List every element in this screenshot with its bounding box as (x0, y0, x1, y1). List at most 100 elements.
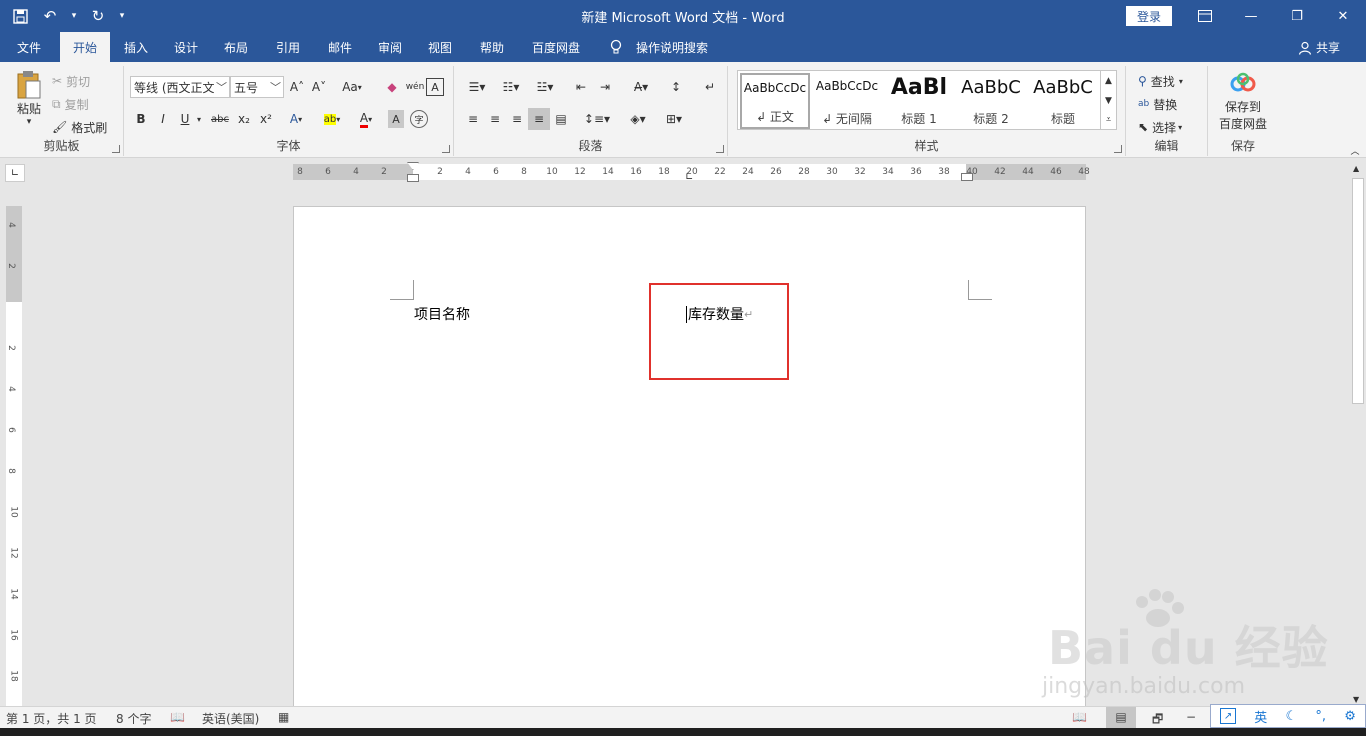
format-painter-button[interactable]: 🖌 格式刷 (52, 116, 107, 138)
vertical-scrollbar[interactable]: ▲ ▼ (1350, 162, 1366, 706)
distributed-icon[interactable]: ▤ (550, 108, 572, 130)
style-title[interactable]: AaBbC 标题 (1028, 73, 1098, 129)
phonetic-guide-button[interactable]: wén (404, 76, 426, 98)
font-name-combo[interactable]: 等线 (西文正文 ﹀ (130, 76, 230, 98)
strikethrough-button[interactable]: abc (208, 108, 232, 130)
text-effects-button[interactable]: A ▾ (282, 108, 310, 130)
grow-font-button[interactable]: A˄ (288, 76, 306, 98)
tab-review[interactable]: 审阅 (368, 32, 412, 62)
tab-insert[interactable]: 插入 (114, 32, 158, 62)
shrink-font-button[interactable]: A˅ (310, 76, 328, 98)
decrease-indent-icon[interactable]: ⇤ (570, 76, 592, 98)
multilevel-list-icon[interactable]: ☳▾ (530, 76, 560, 98)
ime-settings-icon[interactable]: ⚙ (1344, 709, 1356, 724)
macro-icon[interactable]: ▦ (278, 710, 289, 724)
tell-me-search[interactable]: 操作说明搜索 (630, 32, 714, 62)
style-heading-2[interactable]: AaBbC 标题 2 (956, 73, 1026, 129)
right-indent-marker[interactable] (961, 173, 973, 181)
paste-button[interactable]: 粘贴 ▾ (10, 68, 48, 128)
chinese-layout-icon[interactable]: A̶▾ (626, 76, 656, 98)
paragraph-launcher-icon[interactable] (716, 145, 724, 153)
scroll-up-icon[interactable]: ▲ (1353, 164, 1359, 173)
numbering-icon[interactable]: ☷▾ (496, 76, 526, 98)
change-case-button[interactable]: Aa ▾ (336, 76, 368, 98)
enclose-characters-button[interactable]: 字 (410, 110, 428, 128)
vertical-ruler[interactable]: 4 2 2 4 6 8 10 12 14 16 18 (6, 206, 22, 706)
superscript-button[interactable]: x² (256, 108, 276, 130)
tab-help[interactable]: 帮助 (470, 32, 514, 62)
restore-button[interactable]: ❐ (1274, 0, 1320, 32)
tab-layout[interactable]: 布局 (214, 32, 258, 62)
shading-icon[interactable]: ◈▾ (622, 108, 654, 130)
copy-button[interactable]: ⧉ 复制 (52, 93, 89, 115)
clipboard-launcher-icon[interactable] (112, 145, 120, 153)
bold-button[interactable]: B (132, 108, 150, 130)
print-layout-icon[interactable]: ▤ (1106, 707, 1136, 728)
highlight-button[interactable]: ab ▾ (318, 108, 346, 130)
word-count[interactable]: 8 个字 (116, 710, 151, 727)
align-right-icon[interactable]: ≡ (506, 108, 528, 130)
proofing-icon[interactable]: 📖 (170, 710, 185, 724)
close-button[interactable]: ✕ (1320, 0, 1366, 32)
scroll-thumb[interactable] (1352, 178, 1364, 404)
underline-dropdown-icon[interactable]: ▾ (194, 108, 204, 130)
style-heading-1[interactable]: AaBl 标题 1 (884, 73, 954, 129)
tab-file[interactable]: 文件 (6, 32, 52, 62)
cut-button[interactable]: ✂ 剪切 (52, 70, 90, 92)
sort-icon[interactable]: ↕ (666, 76, 686, 98)
show-marks-icon[interactable]: ↵ (700, 76, 720, 98)
ime-menu-icon[interactable]: ↗ (1220, 708, 1237, 724)
tab-home[interactable]: 开始 (60, 32, 110, 62)
font-launcher-icon[interactable] (442, 145, 450, 153)
minimize-button[interactable]: — (1228, 0, 1274, 32)
tab-view[interactable]: 视图 (418, 32, 462, 62)
italic-button[interactable]: I (154, 108, 172, 130)
tab-baidu-netdisk[interactable]: 百度网盘 (524, 32, 588, 62)
language-indicator[interactable]: 英语(美国) (202, 710, 259, 727)
tab-selector-icon[interactable]: ∟ (5, 164, 25, 182)
document-page[interactable]: 项目名称 库存数量 ↵ (293, 206, 1086, 706)
gallery-down-icon[interactable]: ▼ (1100, 91, 1116, 110)
tab-mailings[interactable]: 邮件 (318, 32, 362, 62)
justify-icon[interactable]: ≡ (528, 108, 550, 130)
login-button[interactable]: 登录 (1126, 6, 1172, 26)
gallery-more-icon[interactable]: ⩡ (1100, 110, 1116, 129)
ime-moon-icon[interactable]: ☾ (1286, 709, 1298, 724)
ime-english-mode[interactable]: 英 (1254, 707, 1267, 726)
character-border-button[interactable]: A (426, 78, 444, 96)
replace-button[interactable]: ab 替换 (1138, 93, 1177, 115)
align-center-icon[interactable]: ≡ (484, 108, 506, 130)
select-button[interactable]: ⬉ 选择 ▾ (1138, 116, 1182, 138)
save-to-baidu-button[interactable]: 保存到 百度网盘 (1212, 68, 1274, 136)
font-color-button[interactable]: A ▾ (352, 108, 380, 130)
tab-references[interactable]: 引用 (266, 32, 310, 62)
table-cell-item-name[interactable]: 项目名称 (414, 304, 470, 324)
bullets-icon[interactable]: ☰▾ (462, 76, 492, 98)
ribbon-display-options-icon[interactable] (1182, 0, 1228, 32)
line-spacing-icon[interactable]: ↕≡▾ (582, 108, 612, 130)
left-indent-marker[interactable] (407, 174, 419, 182)
gallery-up-icon[interactable]: ▲ (1100, 71, 1116, 91)
scroll-down-icon[interactable]: ▼ (1353, 695, 1359, 704)
find-button[interactable]: ⚲ 查找 ▾ (1138, 70, 1183, 92)
clear-formatting-icon[interactable]: ◆ (382, 76, 402, 98)
style-normal[interactable]: AaBbCcDc ↲ 正文 (740, 73, 810, 129)
collapse-ribbon-icon[interactable]: ︿ (1348, 144, 1362, 157)
ime-punct-icon[interactable]: °, (1315, 709, 1326, 724)
tab-design[interactable]: 设计 (164, 32, 208, 62)
styles-launcher-icon[interactable] (1114, 145, 1122, 153)
read-mode-icon[interactable]: 📖 (1072, 710, 1087, 724)
borders-icon[interactable]: ⊞▾ (658, 108, 690, 130)
underline-button[interactable]: U (176, 108, 194, 130)
tab-stop-icon[interactable]: ∟ (685, 172, 693, 183)
share-button[interactable]: 共享 (1298, 39, 1340, 56)
align-left-icon[interactable]: ≡ (462, 108, 484, 130)
character-shading-button[interactable]: A (388, 110, 404, 128)
font-size-combo[interactable]: 五号 ﹀ (230, 76, 284, 98)
subscript-button[interactable]: x₂ (234, 108, 254, 130)
style-no-spacing[interactable]: AaBbCcDc ↲ 无间隔 (812, 73, 882, 129)
horizontal-ruler[interactable]: 8 6 4 2 2 4 6 8 10 12 14 16 18 20 22 24 26 28 30 32 34 36 38 40… (293, 162, 1090, 183)
zoom-out-button[interactable]: − (1186, 710, 1196, 724)
page-count[interactable]: 第 1 页，共 1 页 (6, 710, 97, 727)
increase-indent-icon[interactable]: ⇥ (594, 76, 616, 98)
